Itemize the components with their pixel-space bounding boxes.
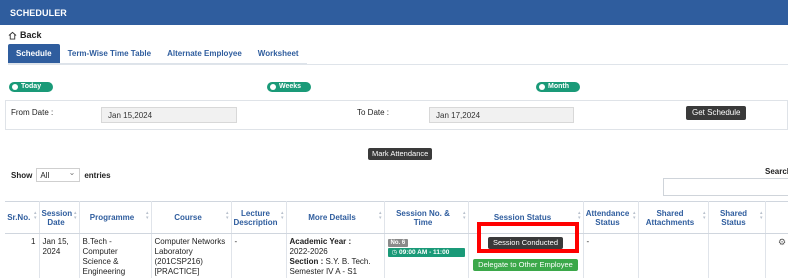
show-label: Show [11,170,33,180]
cell-sr-no: 1 [5,233,40,278]
tab-term-wise-time-table[interactable]: Term-Wise Time Table [59,44,160,64]
cell-shared-attachments [638,233,709,278]
col-shared-attachments[interactable]: Shared Attachments [638,201,709,234]
course-line: (201CSP216) [154,257,203,266]
cell-session-status: Session Conducted Delegate to Other Empl… [468,233,584,278]
from-date-label: From Date : [11,108,54,117]
back-label: Back [20,30,42,40]
entries-select[interactable]: All [36,168,81,182]
cell-shared-status [708,233,766,278]
today-toggle[interactable]: Today [9,82,53,92]
search-label: Search [765,167,788,176]
tab-worksheet[interactable]: Worksheet [249,44,307,64]
entries-select-value: All [40,171,50,180]
tab-divider [8,64,788,65]
app-title-bar: SCHEDULER [0,0,788,25]
col-actions [765,201,788,234]
tab-alternate-employee[interactable]: Alternate Employee [159,44,250,64]
section-value: S.Y. B. Tech. [325,257,371,266]
col-session-date[interactable]: Session Date [39,201,80,234]
page-length-control: Show All entries [11,168,111,182]
to-date-input[interactable]: Jan 17,2024 [429,107,574,123]
cell-attendance-status: - [583,233,639,278]
academic-year-label: Academic Year : [289,237,352,246]
course-line: Computer Networks [154,237,226,246]
clock-icon: ◷ [391,249,399,256]
mark-attendance-button[interactable]: Mark Attendance [368,148,433,160]
col-session-no-time[interactable]: Session No. & Time [384,201,469,234]
schedule-table: Sr.No. Session Date Programme Course Lec… [5,201,788,278]
delegate-employee-button[interactable]: Delegate to Other Employee [473,259,578,271]
entries-label: entries [84,170,111,180]
get-schedule-button[interactable]: Get Schedule [686,106,747,120]
col-lecture-description[interactable]: Lecture Description [231,201,287,234]
col-session-status[interactable]: Session Status [468,201,584,234]
course-line: Laboratory [154,247,193,256]
col-programme[interactable]: Programme [79,201,152,234]
from-date-input[interactable]: Jan 15,2024 [101,107,237,123]
cell-more-details: Academic Year : 2022-2026 Section : S.Y.… [286,233,385,278]
session-time-text: 09:00 AM - 11:00 AM [391,249,450,265]
programme-line: Engineering [82,267,126,276]
academic-year-value: 2022-2026 [289,247,328,256]
cell-session-no-time: No. 6 ◷ 09:00 AM - 11:00 AM [384,233,469,278]
cell-course: Computer Networks Laboratory (201CSP216) [P… [151,233,232,278]
cell-session-date: Jan 15, 2024 [39,233,80,278]
date-line: 2024 [42,247,61,256]
search-input[interactable] [663,178,788,196]
col-course[interactable]: Course [151,201,232,234]
gear-icon[interactable]: ⚙ [778,237,786,248]
col-attendance-status[interactable]: Attendance Status [583,201,639,234]
tab-schedule[interactable]: Schedule [8,44,60,64]
tab-bar: Schedule Term-Wise Time Table Alternate … [8,44,307,64]
session-time-badge: ◷ 09:00 AM - 11:00 AM [387,248,465,265]
home-icon [8,31,17,40]
programme-line: Science & [82,257,119,266]
col-more-details[interactable]: More Details [286,201,385,234]
col-shared-status[interactable]: Shared Status [708,201,766,234]
course-line: [PRACTICE] [154,267,200,276]
month-toggle[interactable]: Month [536,82,580,92]
table-row: 1 Jan 15, 2024 B.Tech - Computer Science &… [5,233,788,278]
app-title: SCHEDULER [10,8,67,18]
weeks-toggle[interactable]: Weeks [267,82,311,92]
col-sr-no[interactable]: Sr.No. [5,201,40,234]
back-link[interactable]: Back [8,30,42,40]
cell-lecture-description: - [231,233,287,278]
to-date-label: To Date : [357,108,390,117]
programme-line: B.Tech - Computer [82,237,118,256]
section-value-line2: Semester IV A - S1 [289,267,358,276]
session-number-badge: No. 6 [387,239,409,247]
cell-programme: B.Tech - Computer Science & Engineering [79,233,152,278]
date-line: Jan 15, [42,237,69,246]
session-conducted-button[interactable]: Session Conducted [487,237,564,249]
table-header-row: Sr.No. Session Date Programme Course Lec… [5,201,788,234]
section-label: Section : [289,257,324,266]
